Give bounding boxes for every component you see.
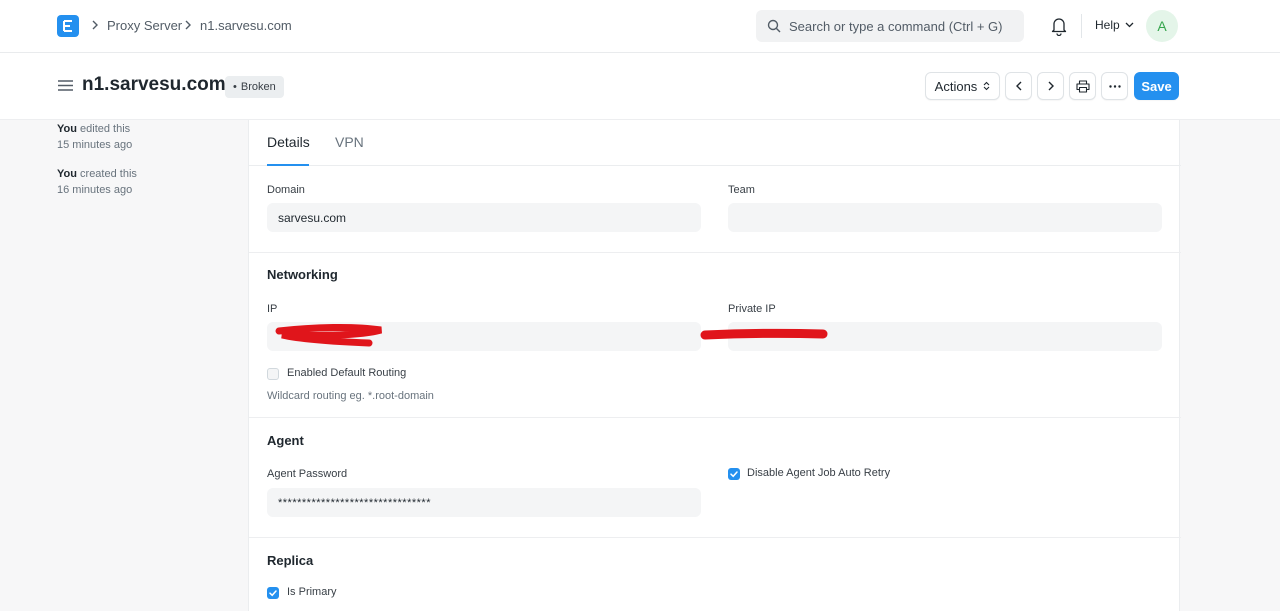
navbar: Proxy Server n1.sarvesu.com Search or ty… (0, 0, 1280, 53)
logo-e-icon (63, 20, 72, 32)
checkmark-icon (730, 471, 738, 478)
activity-action: created this (80, 168, 137, 180)
chevron-left-icon (1015, 81, 1021, 91)
chevron-right-icon (185, 20, 191, 30)
domain-field[interactable]: sarvesu.com (267, 203, 701, 232)
page-title: n1.sarvesu.com (82, 74, 226, 95)
ip-label: IP (267, 303, 278, 315)
previous-doc-button[interactable] (1005, 72, 1032, 100)
networking-section-title: Networking (267, 267, 338, 282)
disable-auto-retry-label: Disable Agent Job Auto Retry (747, 467, 891, 479)
status-label: Broken (240, 81, 276, 93)
breadcrumb-proxy-server[interactable]: Proxy Server (107, 18, 182, 33)
activity-item: You edited this 15 minutes ago (57, 121, 132, 153)
sidebar-toggle-icon[interactable] (58, 80, 73, 91)
search-icon (767, 19, 781, 33)
default-routing-label: Enabled Default Routing (287, 367, 407, 379)
chevron-right-icon (1048, 81, 1054, 91)
chevron-right-icon (92, 20, 98, 30)
section-divider (249, 537, 1181, 538)
redaction-mark-ip (275, 323, 382, 347)
private-ip-label: Private IP (728, 303, 776, 315)
page-header: n1.sarvesu.com • Broken Actions Save (0, 53, 1280, 120)
active-tab-indicator (267, 164, 309, 166)
status-dot: • (233, 81, 237, 93)
search-bar[interactable]: Search or type a command (Ctrl + G) (756, 10, 1024, 42)
activity-item: You created this 16 minutes ago (57, 166, 137, 198)
redaction-mark-private-ip (700, 328, 828, 340)
tab-vpn[interactable]: VPN (335, 134, 364, 150)
status-badge: • Broken (225, 76, 284, 98)
domain-label: Domain (267, 184, 305, 196)
replica-section-title: Replica (267, 553, 314, 568)
print-button[interactable] (1069, 72, 1096, 100)
more-options-button[interactable] (1101, 72, 1128, 100)
activity-time: 15 minutes ago (57, 139, 133, 151)
help-dropdown[interactable]: Help (1095, 18, 1134, 32)
checkmark-icon (269, 590, 277, 597)
search-input[interactable]: Search or type a command (Ctrl + G) (789, 19, 1003, 34)
bell-icon[interactable] (1050, 16, 1068, 36)
agent-password-field[interactable]: ******************************** (267, 488, 701, 517)
default-routing-checkbox[interactable] (267, 368, 279, 380)
chevron-down-icon (1125, 22, 1134, 28)
agent-section-title: Agent (267, 433, 304, 448)
activity-actor: You (57, 168, 77, 180)
select-arrows-icon (983, 81, 990, 91)
is-primary-label: Is Primary (287, 586, 337, 598)
section-divider (249, 252, 1181, 253)
team-field[interactable] (728, 203, 1162, 232)
nav-divider (1081, 14, 1082, 38)
help-label: Help (1095, 18, 1120, 32)
app-logo[interactable] (57, 15, 79, 37)
avatar[interactable]: A (1146, 10, 1178, 42)
save-button[interactable]: Save (1134, 72, 1179, 100)
disable-auto-retry-checkbox[interactable] (728, 468, 740, 480)
actions-button[interactable]: Actions (925, 72, 1000, 100)
form-card: Details VPN Domain sarvesu.com Team Netw… (248, 120, 1181, 611)
section-divider (249, 417, 1181, 418)
actions-label: Actions (934, 78, 978, 94)
activity-actor: You (57, 123, 77, 135)
tab-bar: Details VPN (249, 120, 1181, 166)
printer-icon (1075, 79, 1090, 93)
activity-time: 16 minutes ago (57, 184, 133, 196)
breadcrumb-current[interactable]: n1.sarvesu.com (200, 18, 292, 33)
team-label: Team (728, 184, 755, 196)
more-horizontal-icon (1108, 84, 1121, 88)
agent-password-label: Agent Password (267, 468, 348, 480)
activity-action: edited this (80, 123, 131, 135)
routing-description: Wildcard routing eg. *.root-domain (267, 390, 434, 402)
tab-details[interactable]: Details (267, 134, 310, 150)
next-doc-button[interactable] (1037, 72, 1064, 100)
is-primary-checkbox[interactable] (267, 587, 279, 599)
